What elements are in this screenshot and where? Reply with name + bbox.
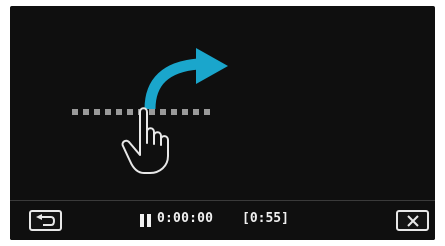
close-button[interactable] bbox=[396, 210, 429, 231]
pointing-hand-icon bbox=[121, 107, 169, 174]
gesture-hint-graphic bbox=[72, 48, 228, 174]
close-icon bbox=[406, 214, 419, 227]
current-time: 0:00:00 bbox=[157, 211, 214, 226]
camera-playback-screen: 0:00:00 [0:55] bbox=[10, 6, 435, 240]
playback-control-bar: 0:00:00 [0:55] bbox=[10, 201, 435, 240]
back-button[interactable] bbox=[29, 210, 62, 231]
pause-icon[interactable] bbox=[140, 214, 152, 227]
playback-viewport[interactable] bbox=[10, 6, 435, 200]
curved-arrow-icon bbox=[144, 48, 228, 110]
return-arrow-icon bbox=[35, 213, 55, 226]
total-duration: [0:55] bbox=[242, 211, 289, 226]
